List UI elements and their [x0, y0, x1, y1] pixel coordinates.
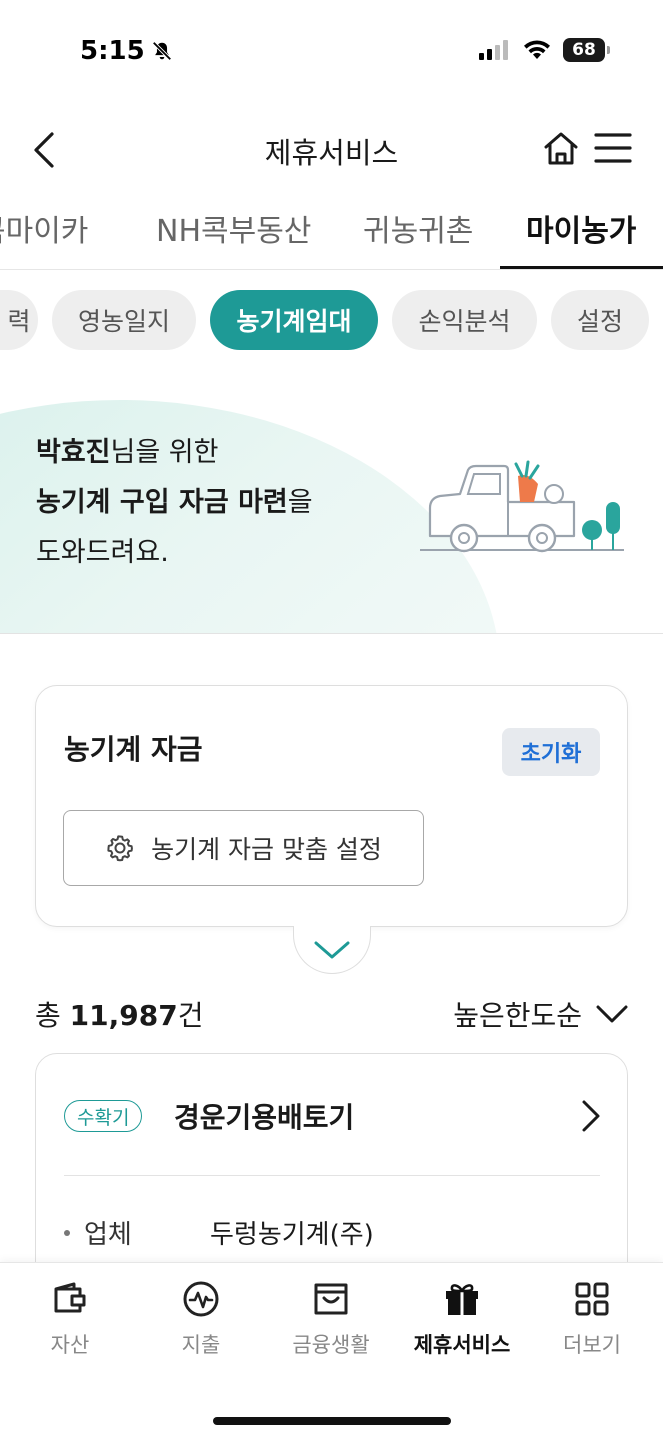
battery-level: 68: [572, 40, 596, 60]
status-time: 5:15: [80, 36, 173, 66]
promo-banner: 박효진님을 위한 농기계 구입 자금 마련을 도와드려요.: [0, 370, 663, 634]
status-indicators: 68: [479, 38, 610, 62]
nav-partner-services[interactable]: 제휴서비스: [397, 1279, 527, 1359]
nav-assets[interactable]: 자산: [5, 1279, 135, 1359]
home-indicator[interactable]: [213, 1417, 451, 1425]
shopping-bag-icon: [314, 1283, 348, 1315]
grid-icon: [575, 1282, 609, 1316]
menu-icon[interactable]: [594, 130, 632, 166]
gear-icon: [107, 835, 133, 862]
sort-label: 높은한도순: [453, 999, 582, 1032]
wallet-icon: [54, 1282, 86, 1313]
user-name: 박효진: [36, 437, 111, 468]
field-value: 두렁농기계(주): [210, 1220, 374, 1250]
custom-fund-settings-button[interactable]: 농기계 자금 맞춤 설정: [63, 810, 424, 886]
sub-menu-chips: 력 영농일지 농기계임대 손익분석 설정: [0, 290, 663, 352]
wifi-icon: [524, 40, 550, 59]
chip-partial[interactable]: 력: [0, 290, 38, 350]
chip-settings[interactable]: 설정: [551, 290, 649, 350]
home-icon[interactable]: [542, 130, 580, 166]
active-tab-indicator: [500, 266, 663, 269]
nav-spending[interactable]: 지출: [136, 1279, 266, 1359]
field-key: 업체: [84, 1220, 132, 1250]
chip-farming-diary[interactable]: 영농일지: [52, 290, 196, 350]
nav-label: 더보기: [563, 1333, 621, 1357]
chip-machinery-rental[interactable]: 농기계임대: [210, 290, 378, 350]
gift-icon: [446, 1284, 478, 1315]
chevron-down-icon: [596, 1005, 628, 1023]
chevron-right-icon[interactable]: [580, 1098, 602, 1134]
banner-text: 박효진님을 위한 농기계 구입 자금 마련을 도와드려요.: [36, 437, 313, 568]
reset-button[interactable]: 초기화: [502, 728, 600, 776]
signal-icon: [479, 40, 508, 60]
custom-fund-settings-label: 농기계 자금 맞춤 설정: [151, 835, 382, 864]
fund-card-title: 농기계 자금: [64, 733, 203, 766]
app-header: 제휴서비스: [0, 110, 663, 186]
tab-return-to-farm[interactable]: 귀농귀촌: [363, 206, 473, 250]
battery-indicator: 68: [563, 38, 610, 62]
bell-muted-icon: [152, 41, 172, 61]
service-tabs: 콕마이카 NH콕부동산 귀농귀촌 마이농가: [0, 190, 663, 270]
machinery-fund-card: 농기계 자금 초기화 농기계 자금 맞춤 설정: [35, 685, 628, 927]
sort-dropdown[interactable]: 높은한도순: [453, 994, 628, 1034]
expand-button[interactable]: [293, 926, 371, 974]
nav-label: 금융생활: [292, 1333, 370, 1357]
tab-my-farm[interactable]: 마이농가: [526, 206, 636, 250]
chip-profit-analysis[interactable]: 손익분석: [392, 290, 537, 350]
item-field-row: 업체 두렁농기계(주): [64, 1214, 374, 1251]
item-name: 경운기용배토기: [174, 1101, 355, 1134]
pulse-icon: [183, 1281, 219, 1317]
nav-label: 자산: [50, 1333, 90, 1357]
nav-financial-life[interactable]: 금융생활: [266, 1279, 396, 1359]
nav-label: 제휴서비스: [413, 1333, 511, 1357]
status-bar: 5:15 68: [0, 0, 663, 100]
results-header: 총 11,987건 높은한도순: [35, 990, 628, 1034]
nav-more[interactable]: 더보기: [527, 1279, 657, 1359]
chevron-down-icon: [314, 941, 350, 958]
truck-illustration: [420, 460, 624, 553]
total-count: 총 11,987건: [35, 999, 204, 1032]
bottom-navigation: 자산 지출 금융생활 제휴서비스 더보기: [0, 1262, 663, 1440]
total-count-value: 11,987: [69, 999, 178, 1032]
tab-realestate[interactable]: NH콕부동산: [156, 206, 311, 250]
tab-mycar[interactable]: 콕마이카: [0, 206, 88, 250]
bullet-dot: [64, 1230, 70, 1236]
nav-label: 지출: [181, 1333, 221, 1357]
divider: [64, 1175, 600, 1176]
clock-text: 5:15: [80, 36, 145, 66]
category-badge: 수확기: [64, 1100, 143, 1132]
